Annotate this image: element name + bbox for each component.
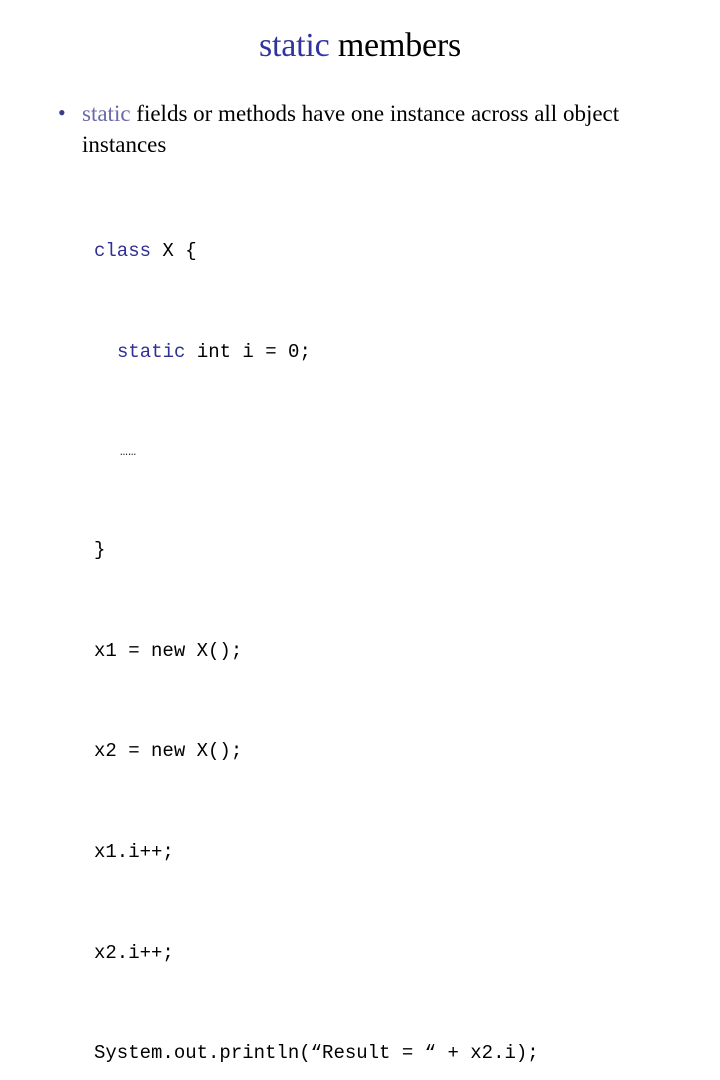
code-text: x1 = new X(); <box>94 639 243 662</box>
code-keyword: static <box>117 340 186 363</box>
code-line: x1.i++; <box>94 835 539 870</box>
title-keyword: static <box>258 27 330 64</box>
code-keyword: class <box>94 240 152 262</box>
code-text: X { <box>151 240 197 262</box>
slide-canvas: static members • static fields or method… <box>0 0 720 1064</box>
code-text: int i = 0; <box>185 340 311 363</box>
bullet-item-text: static fields or methods have one instan… <box>82 98 656 160</box>
code-line: x1 = new X(); <box>94 634 539 669</box>
code-line: class X { <box>94 234 539 269</box>
code-line-ellipsis: …… <box>120 444 137 460</box>
code-text: x1.i++; <box>94 840 174 863</box>
bullet-body: fields or methods have one instance acro… <box>82 101 620 157</box>
code-text: } <box>94 539 106 562</box>
code-text: x2 = new X(); <box>94 740 243 763</box>
bullet-block: • static fields or methods have one inst… <box>56 98 656 160</box>
bullet-marker-icon: • <box>58 100 66 125</box>
code-line: } <box>94 533 539 568</box>
code-line: x2.i++; <box>94 936 539 971</box>
list-item: • static fields or methods have one inst… <box>56 98 656 160</box>
code-line: static int i = 0; <box>94 335 539 370</box>
code-text: x2.i++; <box>94 941 174 964</box>
code-line: System.out.println(“Result = “ + x2.i); <box>94 1036 539 1071</box>
code-text: System.out.println(“Result = “ + x2.i); <box>94 1042 539 1065</box>
bullet-keyword: static <box>82 101 131 126</box>
title-rest: members <box>329 27 462 64</box>
code-block: class X { static int i = 0; …… } x1 = ne… <box>94 168 539 1080</box>
page-title: static members <box>0 26 720 66</box>
code-line: x2 = new X(); <box>94 734 539 769</box>
